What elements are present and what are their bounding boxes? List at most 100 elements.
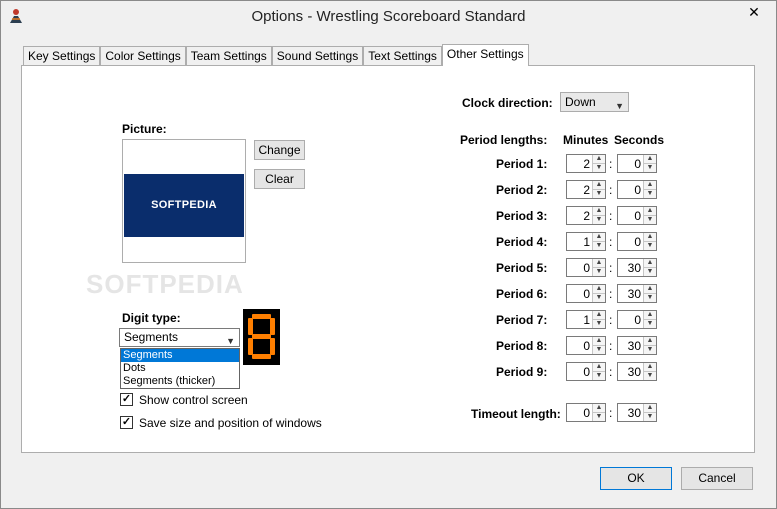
- timeout-minutes-spinner[interactable]: 0 ▲ ▼: [566, 403, 606, 422]
- spin-down-icon[interactable]: ▼: [644, 163, 656, 171]
- period-minutes-spinner[interactable]: 1 ▲ ▼: [566, 310, 606, 329]
- spin-up-icon[interactable]: ▲: [593, 207, 605, 215]
- period-minutes-spinner[interactable]: 2 ▲ ▼: [566, 180, 606, 199]
- tab-team-settings[interactable]: Team Settings: [185, 46, 272, 66]
- period-minutes-spinner[interactable]: 2 ▲ ▼: [566, 154, 606, 173]
- period-seconds-value: 0: [634, 209, 641, 223]
- period-label: Period 7:: [496, 313, 548, 327]
- spin-down-icon[interactable]: ▼: [644, 241, 656, 249]
- clock-direction-select[interactable]: Down ▼: [560, 92, 629, 112]
- period-seconds-spinner[interactable]: 0 ▲ ▼: [617, 232, 657, 251]
- spinner-buttons: ▲ ▼: [592, 311, 605, 328]
- period-minutes-spinner[interactable]: 1 ▲ ▼: [566, 232, 606, 251]
- spin-down-icon[interactable]: ▼: [593, 241, 605, 249]
- spin-down-icon[interactable]: ▼: [593, 371, 605, 379]
- spin-down-icon[interactable]: ▼: [644, 371, 656, 379]
- tab-other-settings[interactable]: Other Settings: [441, 44, 529, 66]
- spin-up-icon[interactable]: ▲: [644, 155, 656, 163]
- spin-up-icon[interactable]: ▲: [644, 363, 656, 371]
- show-control-screen-checkbox[interactable]: ✓: [120, 393, 133, 406]
- time-separator: :: [609, 339, 613, 353]
- clear-picture-button[interactable]: Clear: [254, 169, 305, 189]
- spin-down-icon[interactable]: ▼: [593, 267, 605, 275]
- digit-type-select[interactable]: Segments ▼: [119, 328, 240, 347]
- spinner-buttons: ▲ ▼: [592, 404, 605, 421]
- spin-up-icon[interactable]: ▲: [593, 337, 605, 345]
- spin-down-icon[interactable]: ▼: [644, 215, 656, 223]
- period-seconds-spinner[interactable]: 30 ▲ ▼: [617, 258, 657, 277]
- digit-preview-segments: [248, 314, 275, 359]
- spinner-buttons: ▲ ▼: [592, 337, 605, 354]
- period-minutes-spinner[interactable]: 0 ▲ ▼: [566, 258, 606, 277]
- spinner-buttons: ▲ ▼: [592, 233, 605, 250]
- period-seconds-spinner[interactable]: 30 ▲ ▼: [617, 284, 657, 303]
- period-seconds-spinner[interactable]: 30 ▲ ▼: [617, 362, 657, 381]
- period-minutes-spinner[interactable]: 0 ▲ ▼: [566, 362, 606, 381]
- minutes-header: Minutes: [563, 133, 609, 147]
- dropdown-option[interactable]: Segments: [121, 349, 239, 362]
- spin-up-icon[interactable]: ▲: [593, 181, 605, 189]
- tab-text-settings[interactable]: Text Settings: [363, 46, 442, 66]
- spin-down-icon[interactable]: ▼: [593, 215, 605, 223]
- cancel-button[interactable]: Cancel: [681, 467, 753, 490]
- spin-down-icon[interactable]: ▼: [593, 163, 605, 171]
- spinner-buttons: ▲ ▼: [643, 363, 656, 380]
- period-label: Period 1:: [496, 157, 548, 171]
- spin-up-icon[interactable]: ▲: [593, 404, 605, 412]
- spin-up-icon[interactable]: ▲: [593, 155, 605, 163]
- period-minutes-spinner[interactable]: 2 ▲ ▼: [566, 206, 606, 225]
- period-seconds-spinner[interactable]: 30 ▲ ▼: [617, 336, 657, 355]
- period-seconds-spinner[interactable]: 0 ▲ ▼: [617, 154, 657, 173]
- spinner-buttons: ▲ ▼: [643, 337, 656, 354]
- spin-down-icon[interactable]: ▼: [644, 412, 656, 420]
- period-minutes-spinner[interactable]: 0 ▲ ▼: [566, 336, 606, 355]
- spin-up-icon[interactable]: ▲: [593, 311, 605, 319]
- spin-down-icon[interactable]: ▼: [644, 345, 656, 353]
- spin-down-icon[interactable]: ▼: [644, 319, 656, 327]
- spin-down-icon[interactable]: ▼: [593, 189, 605, 197]
- spinner-buttons: ▲ ▼: [592, 363, 605, 380]
- dropdown-option[interactable]: Dots: [121, 362, 239, 375]
- time-separator: :: [609, 287, 613, 301]
- spin-up-icon[interactable]: ▲: [593, 285, 605, 293]
- period-seconds-value: 30: [627, 339, 641, 353]
- period-minutes-spinner[interactable]: 0 ▲ ▼: [566, 284, 606, 303]
- period-seconds-spinner[interactable]: 0 ▲ ▼: [617, 310, 657, 329]
- spin-down-icon[interactable]: ▼: [593, 319, 605, 327]
- spin-up-icon[interactable]: ▲: [644, 285, 656, 293]
- period-seconds-value: 0: [634, 157, 641, 171]
- period-label: Period 9:: [496, 365, 548, 379]
- dropdown-option[interactable]: Segments (thicker): [121, 375, 239, 388]
- spin-up-icon[interactable]: ▲: [644, 207, 656, 215]
- spin-down-icon[interactable]: ▼: [644, 189, 656, 197]
- period-seconds-spinner[interactable]: 0 ▲ ▼: [617, 180, 657, 199]
- tab-strip: Key Settings Color Settings Team Setting…: [23, 44, 529, 66]
- spin-down-icon[interactable]: ▼: [593, 412, 605, 420]
- timeout-seconds-spinner[interactable]: 30 ▲ ▼: [617, 403, 657, 422]
- spinner-buttons: ▲ ▼: [643, 285, 656, 302]
- spin-up-icon[interactable]: ▲: [644, 259, 656, 267]
- close-button[interactable]: ✕: [738, 1, 770, 23]
- spin-up-icon[interactable]: ▲: [644, 233, 656, 241]
- spin-down-icon[interactable]: ▼: [593, 345, 605, 353]
- period-seconds-spinner[interactable]: 0 ▲ ▼: [617, 206, 657, 225]
- spin-down-icon[interactable]: ▼: [644, 293, 656, 301]
- ok-button[interactable]: OK: [600, 467, 672, 490]
- spin-up-icon[interactable]: ▲: [593, 233, 605, 241]
- spin-down-icon[interactable]: ▼: [593, 293, 605, 301]
- period-minutes-value: 2: [583, 209, 590, 223]
- spin-up-icon[interactable]: ▲: [593, 259, 605, 267]
- spin-down-icon[interactable]: ▼: [644, 267, 656, 275]
- spin-up-icon[interactable]: ▲: [644, 181, 656, 189]
- save-size-position-checkbox[interactable]: ✓: [120, 416, 133, 429]
- spin-up-icon[interactable]: ▲: [593, 363, 605, 371]
- spin-up-icon[interactable]: ▲: [644, 404, 656, 412]
- spin-up-icon[interactable]: ▲: [644, 337, 656, 345]
- picture-label: Picture:: [122, 122, 167, 136]
- change-picture-button[interactable]: Change: [254, 140, 305, 160]
- tab-color-settings[interactable]: Color Settings: [100, 46, 186, 66]
- period-seconds-value: 0: [634, 183, 641, 197]
- spin-up-icon[interactable]: ▲: [644, 311, 656, 319]
- tab-key-settings[interactable]: Key Settings: [23, 46, 101, 66]
- tab-sound-settings[interactable]: Sound Settings: [271, 46, 364, 66]
